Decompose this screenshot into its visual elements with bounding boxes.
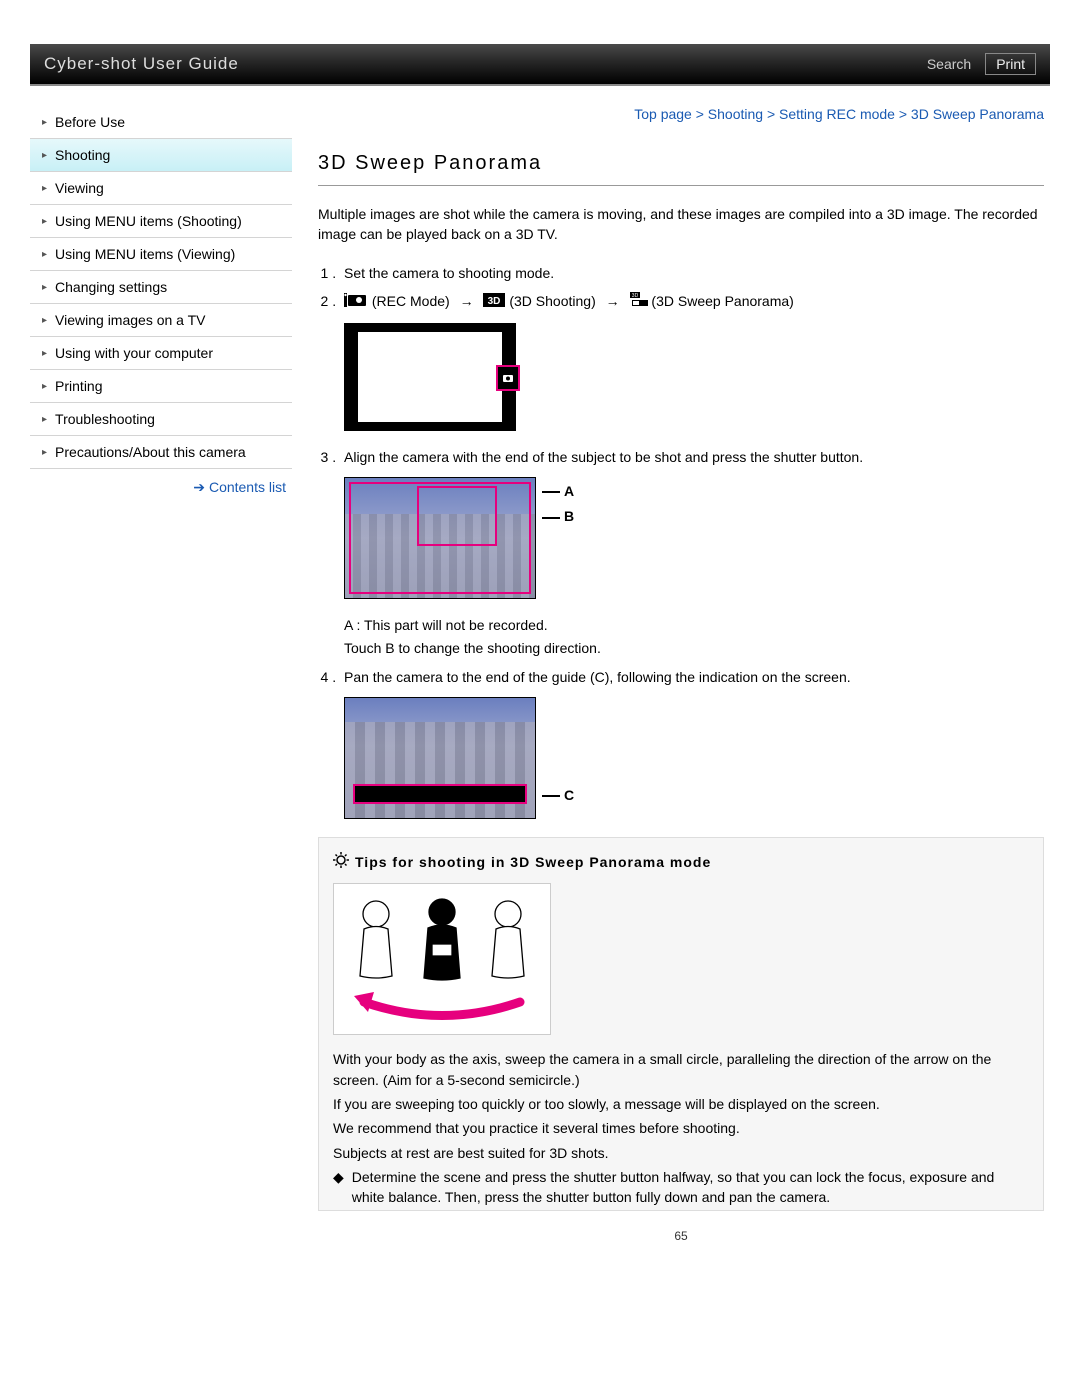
sidebar-item-shooting[interactable]: ▸ Shooting: [30, 139, 292, 172]
chevron-right-icon: ▸: [42, 183, 47, 194]
lightbulb-icon: [333, 852, 349, 871]
tips-illustration: [333, 883, 551, 1035]
tips-p3: We recommend that you practice it severa…: [333, 1118, 1029, 1138]
label-c: C: [542, 785, 574, 819]
header-bar: Cyber-shot User Guide Search Print: [30, 44, 1050, 86]
sidebar-item-precautions[interactable]: ▸ Precautions/About this camera: [30, 436, 292, 469]
camera-i-icon: [344, 292, 368, 312]
3d-sweep-label: (3D Sweep Panorama): [651, 293, 793, 309]
sidebar-item-viewing[interactable]: ▸ Viewing: [30, 172, 292, 205]
sidebar-item-label: Precautions/About this camera: [55, 444, 246, 460]
tips-p1: With your body as the axis, sweep the ca…: [333, 1049, 1029, 1090]
label-a: A: [542, 479, 574, 504]
sidebar-item-label: Using with your computer: [55, 345, 213, 361]
sidebar-item-tv[interactable]: ▸ Viewing images on a TV: [30, 304, 292, 337]
step-4: Pan the camera to the end of the guide (…: [340, 667, 1044, 819]
sidebar: ▸ Before Use ▸ Shooting ▸ Viewing ▸ Using ME…: [30, 106, 292, 1243]
intro-paragraph: Multiple images are shot while the camer…: [318, 204, 1044, 245]
tips-bullet: ◆ Determine the scene and press the shut…: [333, 1167, 1029, 1208]
page-title: 3D Sweep Panorama: [318, 152, 1044, 179]
step-2: (REC Mode) → 3D (3D Shooting) → 3D (3D S…: [340, 291, 1044, 431]
3d-shooting-label: (3D Shooting): [509, 293, 595, 309]
chevron-right-icon: ▸: [42, 117, 47, 128]
chevron-right-icon: ▸: [42, 348, 47, 359]
step-text: Align the camera with the end of the sub…: [344, 449, 863, 465]
step-text: Pan the camera to the end of the guide (…: [344, 669, 851, 685]
tips-header-text: Tips for shooting in 3D Sweep Panorama m…: [355, 854, 711, 870]
sidebar-item-menu-shooting[interactable]: ▸ Using MENU items (Shooting): [30, 205, 292, 238]
step3-sub-b: Touch B to change the shooting direction…: [344, 638, 1044, 659]
sidebar-item-label: Before Use: [55, 114, 125, 130]
sidebar-item-changing-settings[interactable]: ▸ Changing settings: [30, 271, 292, 304]
sidebar-item-label: Viewing: [55, 180, 104, 196]
sidebar-item-printing[interactable]: ▸ Printing: [30, 370, 292, 403]
chevron-right-icon: ▸: [42, 150, 47, 161]
arrow-right-icon: →: [460, 293, 474, 309]
content-area: Top page > Shooting > Setting REC mode >…: [318, 106, 1050, 1243]
arrow-right-icon: ➔: [193, 479, 205, 495]
search-link[interactable]: Search: [927, 56, 971, 72]
chevron-right-icon: ▸: [42, 414, 47, 425]
chevron-right-icon: ▸: [42, 447, 47, 458]
tips-box: Tips for shooting in 3D Sweep Panorama m…: [318, 837, 1044, 1210]
header-title: Cyber-shot User Guide: [44, 54, 239, 74]
tips-p2: If you are sweeping too quickly or too s…: [333, 1094, 1029, 1114]
chevron-right-icon: ▸: [42, 282, 47, 293]
sidebar-item-label: Using MENU items (Shooting): [55, 213, 242, 229]
sidebar-item-label: Printing: [55, 378, 102, 394]
step-3: Align the camera with the end of the sub…: [340, 447, 1044, 659]
steps-list: Set the camera to shooting mode. (REC Mo…: [318, 263, 1044, 820]
page-number: 65: [318, 1229, 1044, 1243]
arrow-right-icon: →: [606, 293, 620, 309]
tips-text: With your body as the axis, sweep the ca…: [333, 1049, 1029, 1207]
step-text: Set the camera to shooting mode.: [344, 265, 554, 281]
figure-labels: A B: [542, 477, 574, 529]
intro-text: Multiple images are shot while the camer…: [318, 204, 1044, 245]
bullet-icon: ◆: [333, 1167, 344, 1208]
tips-header: Tips for shooting in 3D Sweep Panorama m…: [333, 852, 1029, 871]
sidebar-item-label: Troubleshooting: [55, 411, 155, 427]
label-b: B: [542, 504, 574, 529]
breadcrumb[interactable]: Top page > Shooting > Setting REC mode >…: [318, 106, 1044, 122]
print-button[interactable]: Print: [985, 53, 1036, 75]
step-1: Set the camera to shooting mode.: [340, 263, 1044, 283]
sidebar-item-label: Viewing images on a TV: [55, 312, 205, 328]
figure-align: A B: [344, 477, 1044, 599]
svg-text:3D: 3D: [631, 293, 638, 299]
3d-icon: 3D: [483, 292, 505, 312]
chevron-right-icon: ▸: [42, 249, 47, 260]
rec-mode-label: (REC Mode): [372, 293, 450, 309]
camera-mode-icon: [496, 365, 520, 391]
sidebar-item-before-use[interactable]: ▸ Before Use: [30, 106, 292, 139]
figure-rec-mode: [344, 323, 1044, 431]
chevron-right-icon: ▸: [42, 381, 47, 392]
sidebar-item-label: Changing settings: [55, 279, 167, 295]
step3-sub-a: A : This part will not be recorded.: [344, 615, 1044, 636]
sidebar-item-computer[interactable]: ▸ Using with your computer: [30, 337, 292, 370]
sidebar-item-troubleshooting[interactable]: ▸ Troubleshooting: [30, 403, 292, 436]
3d-sweep-icon: 3D: [630, 292, 648, 313]
sidebar-item-label: Shooting: [55, 147, 110, 163]
tips-bullet-text: Determine the scene and press the shutte…: [352, 1167, 1029, 1208]
sidebar-item-menu-viewing[interactable]: ▸ Using MENU items (Viewing): [30, 238, 292, 271]
svg-text:3D: 3D: [488, 296, 501, 307]
figure-pan: C: [344, 697, 1044, 819]
tips-p4: Subjects at rest are best suited for 3D …: [333, 1143, 1029, 1163]
sidebar-item-label: Using MENU items (Viewing): [55, 246, 235, 262]
contents-list-label: Contents list: [209, 479, 286, 495]
chevron-right-icon: ▸: [42, 216, 47, 227]
contents-list-link[interactable]: ➔Contents list: [30, 469, 292, 506]
chevron-right-icon: ▸: [42, 315, 47, 326]
title-divider: [318, 185, 1044, 186]
